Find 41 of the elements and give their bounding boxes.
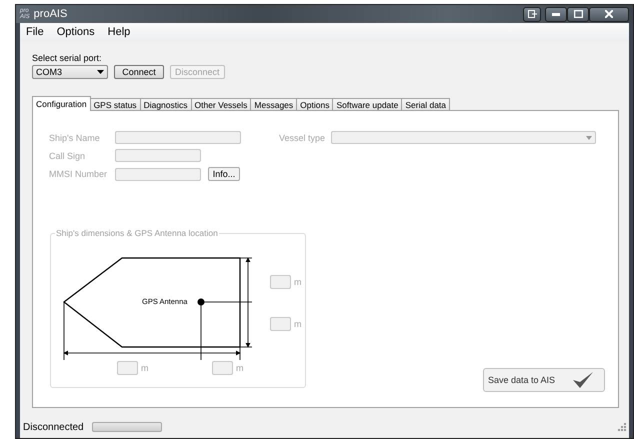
tab[interactable]: Diagnostics (140, 98, 192, 111)
dimension-field[interactable] (212, 361, 233, 375)
tab[interactable]: Options (296, 98, 334, 111)
minimize-icon (552, 12, 560, 16)
maximize-button[interactable] (567, 6, 589, 22)
minimize-button[interactable] (545, 6, 567, 22)
dropdown-arrow-icon (97, 70, 104, 74)
field-label: Vessel type (279, 132, 326, 142)
maximize-icon (574, 10, 582, 18)
tab[interactable]: Configuration (32, 96, 91, 111)
unit-label: m (141, 363, 148, 373)
serial-port-dropdown[interactable]: COM3 (32, 65, 108, 79)
connect-button[interactable]: Connect (114, 65, 164, 79)
field-label: Call Sign (49, 150, 86, 160)
tab[interactable]: Messages (250, 98, 298, 111)
unit-label: m (294, 319, 302, 329)
field-label: Ship's Name (49, 132, 101, 142)
serial-port-label: Select serial port: (32, 53, 103, 63)
resize-grip-icon[interactable] (618, 423, 626, 431)
dimension-field[interactable] (117, 361, 138, 375)
unit-label: m (236, 363, 244, 373)
status-text: Disconnected (23, 422, 84, 432)
dropdown-arrow-icon (586, 136, 592, 140)
close-button[interactable] (589, 6, 629, 22)
help-button[interactable] (523, 6, 541, 22)
group-title: Ship's dimensions & GPS Antenna location (55, 228, 219, 238)
menu-item[interactable]: File (26, 26, 44, 38)
field-label: MMSI Number (49, 169, 108, 179)
window-title: proAIS (34, 8, 68, 20)
exit-icon (528, 10, 536, 18)
checkmark-icon (572, 371, 594, 389)
tab[interactable]: Software update (332, 98, 402, 111)
menu-item[interactable]: Help (108, 26, 130, 38)
tab[interactable]: Serial data (401, 98, 450, 111)
menu-item[interactable]: Options (56, 26, 95, 38)
save-button[interactable]: Save data to AIS (483, 368, 605, 392)
close-icon (605, 10, 613, 18)
vessel-type-dropdown[interactable] (331, 131, 596, 144)
unit-label: m (294, 277, 302, 287)
dimension-field[interactable] (270, 317, 291, 331)
dimension-field[interactable] (270, 275, 291, 289)
